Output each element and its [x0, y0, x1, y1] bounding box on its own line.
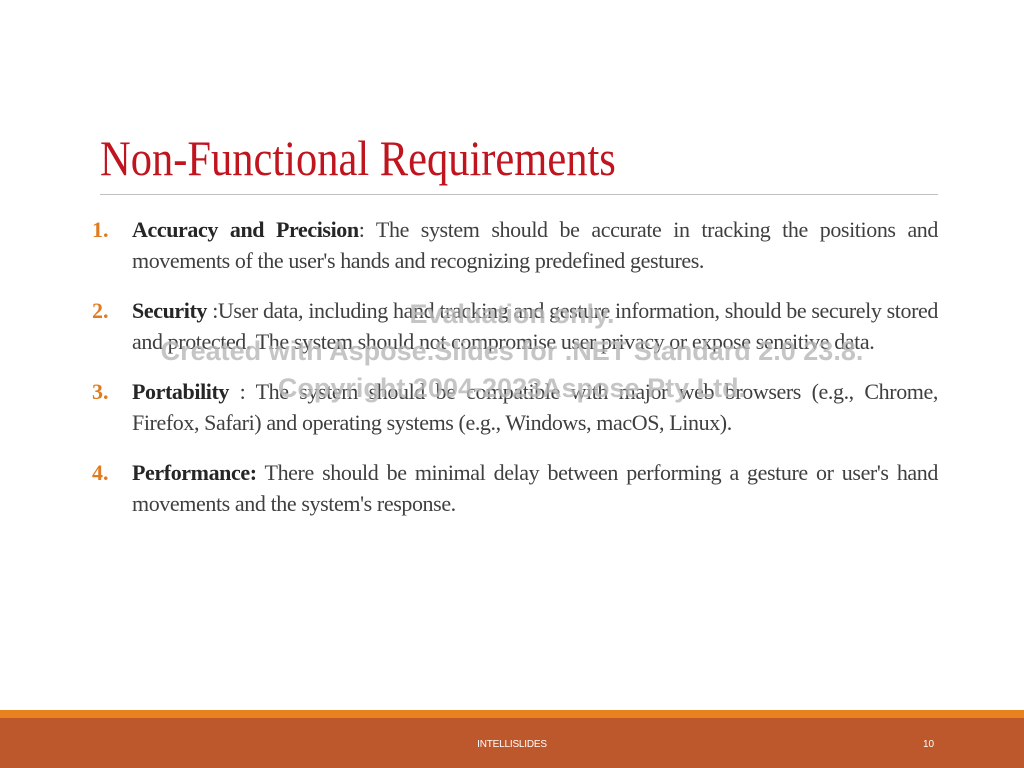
requirement-title: Accuracy and Precision: [132, 217, 359, 242]
requirement-number: 2.: [92, 298, 109, 323]
requirement-number: 3.: [92, 379, 109, 404]
requirement-body: Performance: There should be minimal del…: [132, 457, 938, 519]
requirement-text: :User data, including hand tracking and …: [132, 298, 938, 354]
requirement-title: Performance:: [132, 460, 257, 485]
slide-number: 10: [923, 739, 935, 750]
requirements-list: 1. Accuracy and Precision: The system sh…: [92, 214, 938, 538]
requirement-item: 2. Security :User data, including hand t…: [92, 295, 938, 357]
footer-label: INTELLISLIDES: [477, 739, 547, 750]
requirement-title: Portability: [132, 379, 230, 404]
slide: Non-Functional Requirements 1. Accuracy …: [0, 0, 1024, 768]
requirement-item: 1. Accuracy and Precision: The system sh…: [92, 214, 938, 276]
title-divider: [100, 194, 938, 195]
slide-title: Non-Functional Requirements: [100, 130, 616, 186]
requirement-body: Security :User data, including hand trac…: [132, 295, 938, 357]
footer-accent-stripe: [0, 710, 1024, 718]
requirement-body: Portability : The system should be compa…: [132, 376, 938, 438]
requirement-number: 1.: [92, 217, 109, 242]
requirement-title: Security: [132, 298, 208, 323]
requirement-number: 4.: [92, 460, 109, 485]
requirement-item: 3. Portability : The system should be co…: [92, 376, 938, 438]
requirement-item: 4. Performance: There should be minimal …: [92, 457, 938, 519]
requirement-text: : The system should be compatible with m…: [132, 379, 938, 435]
requirement-body: Accuracy and Precision: The system shoul…: [132, 214, 938, 276]
